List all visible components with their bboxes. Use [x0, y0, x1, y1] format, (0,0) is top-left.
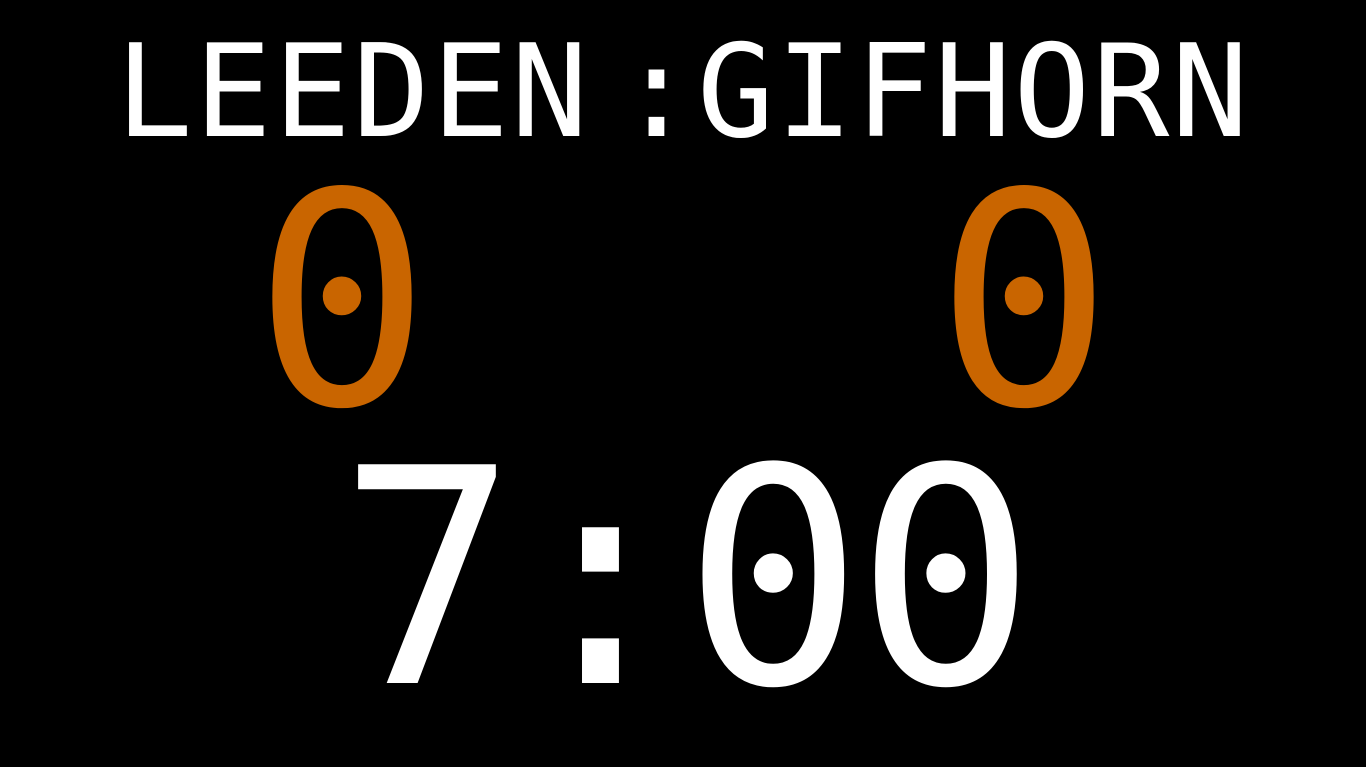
team-separator: : — [617, 18, 697, 167]
team-names-header: LEEDEN:GIFHORN — [0, 18, 1366, 168]
scoreboard-display: LEEDEN:GIFHORN 0 0 7:00 — [0, 0, 1366, 767]
game-clock: 7:00 — [337, 405, 1036, 754]
home-score: 0 — [253, 130, 431, 474]
away-score: 0 — [935, 130, 1113, 474]
